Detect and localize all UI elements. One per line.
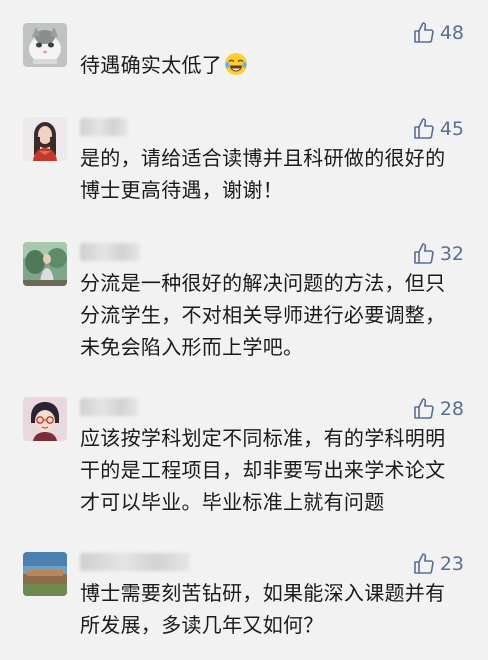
avatar[interactable] [23, 242, 67, 286]
comment-text-content: 待遇确实太低了 [80, 53, 223, 77]
username-blurred[interactable] [80, 398, 138, 416]
thumbs-up-icon [414, 118, 434, 139]
like-button[interactable]: 28 [412, 396, 464, 422]
thumbs-up-icon [414, 22, 434, 43]
like-button[interactable]: 23 [412, 551, 464, 577]
comment-text: 待遇确实太低了 [80, 49, 465, 81]
face-with-tears-of-joy-emoji [225, 53, 248, 75]
avatar-cat-image [23, 23, 67, 67]
avatar-landscape-image [23, 552, 67, 596]
like-count: 48 [439, 22, 464, 44]
avatar[interactable] [23, 23, 67, 67]
like-count: 23 [439, 553, 464, 575]
comment-item: 23 博士需要刻苦钻研，如果能深入课题并有所发展，多读几年又如何？ [0, 551, 488, 641]
like-button[interactable]: 45 [412, 116, 464, 142]
like-button[interactable]: 32 [412, 241, 464, 267]
username-blurred[interactable] [80, 243, 140, 261]
thumbs-up-icon [414, 398, 434, 419]
comment-text: 分流是一种很好的解决问题的方法，但只分流学生，不对相关导师进行必要调整，未免会陷… [80, 271, 446, 359]
comment-item: 28 应该按学科划定不同标准，有的学科明明干的是工程项目，却非要写出来学术论文才… [0, 396, 488, 516]
username-blurred[interactable] [80, 118, 128, 136]
like-button[interactable]: 48 [412, 20, 464, 46]
avatar-photo-image [23, 242, 67, 286]
comment-item: 32 分流是一种很好的解决问题的方法，但只分流学生，不对相关导师进行必要调整，未… [0, 241, 488, 361]
comment-item: 45 是的，请给适合读博并且科研做的很好的博士更高待遇，谢谢！ [0, 116, 488, 206]
like-count: 45 [439, 118, 464, 140]
thumbs-up-icon [414, 553, 434, 574]
avatar[interactable] [23, 552, 67, 596]
avatar[interactable] [23, 117, 67, 161]
avatar-portrait-image [23, 117, 67, 161]
comment-text: 应该按学科划定不同标准，有的学科明明干的是工程项目，却非要写出来学术论文才可以毕… [80, 426, 446, 514]
comment-text: 博士需要刻苦钻研，如果能深入课题并有所发展，多读几年又如何？ [80, 581, 446, 637]
comment-text: 是的，请给适合读博并且科研做的很好的博士更高待遇，谢谢！ [80, 146, 446, 202]
avatar[interactable] [23, 397, 67, 441]
username-blurred[interactable] [80, 553, 190, 571]
comment-item: 48 待遇确实太低了 [0, 20, 488, 80]
like-count: 32 [439, 243, 464, 265]
like-count: 28 [439, 398, 464, 420]
thumbs-up-icon [414, 243, 434, 264]
avatar-cartoon-image [23, 397, 67, 441]
